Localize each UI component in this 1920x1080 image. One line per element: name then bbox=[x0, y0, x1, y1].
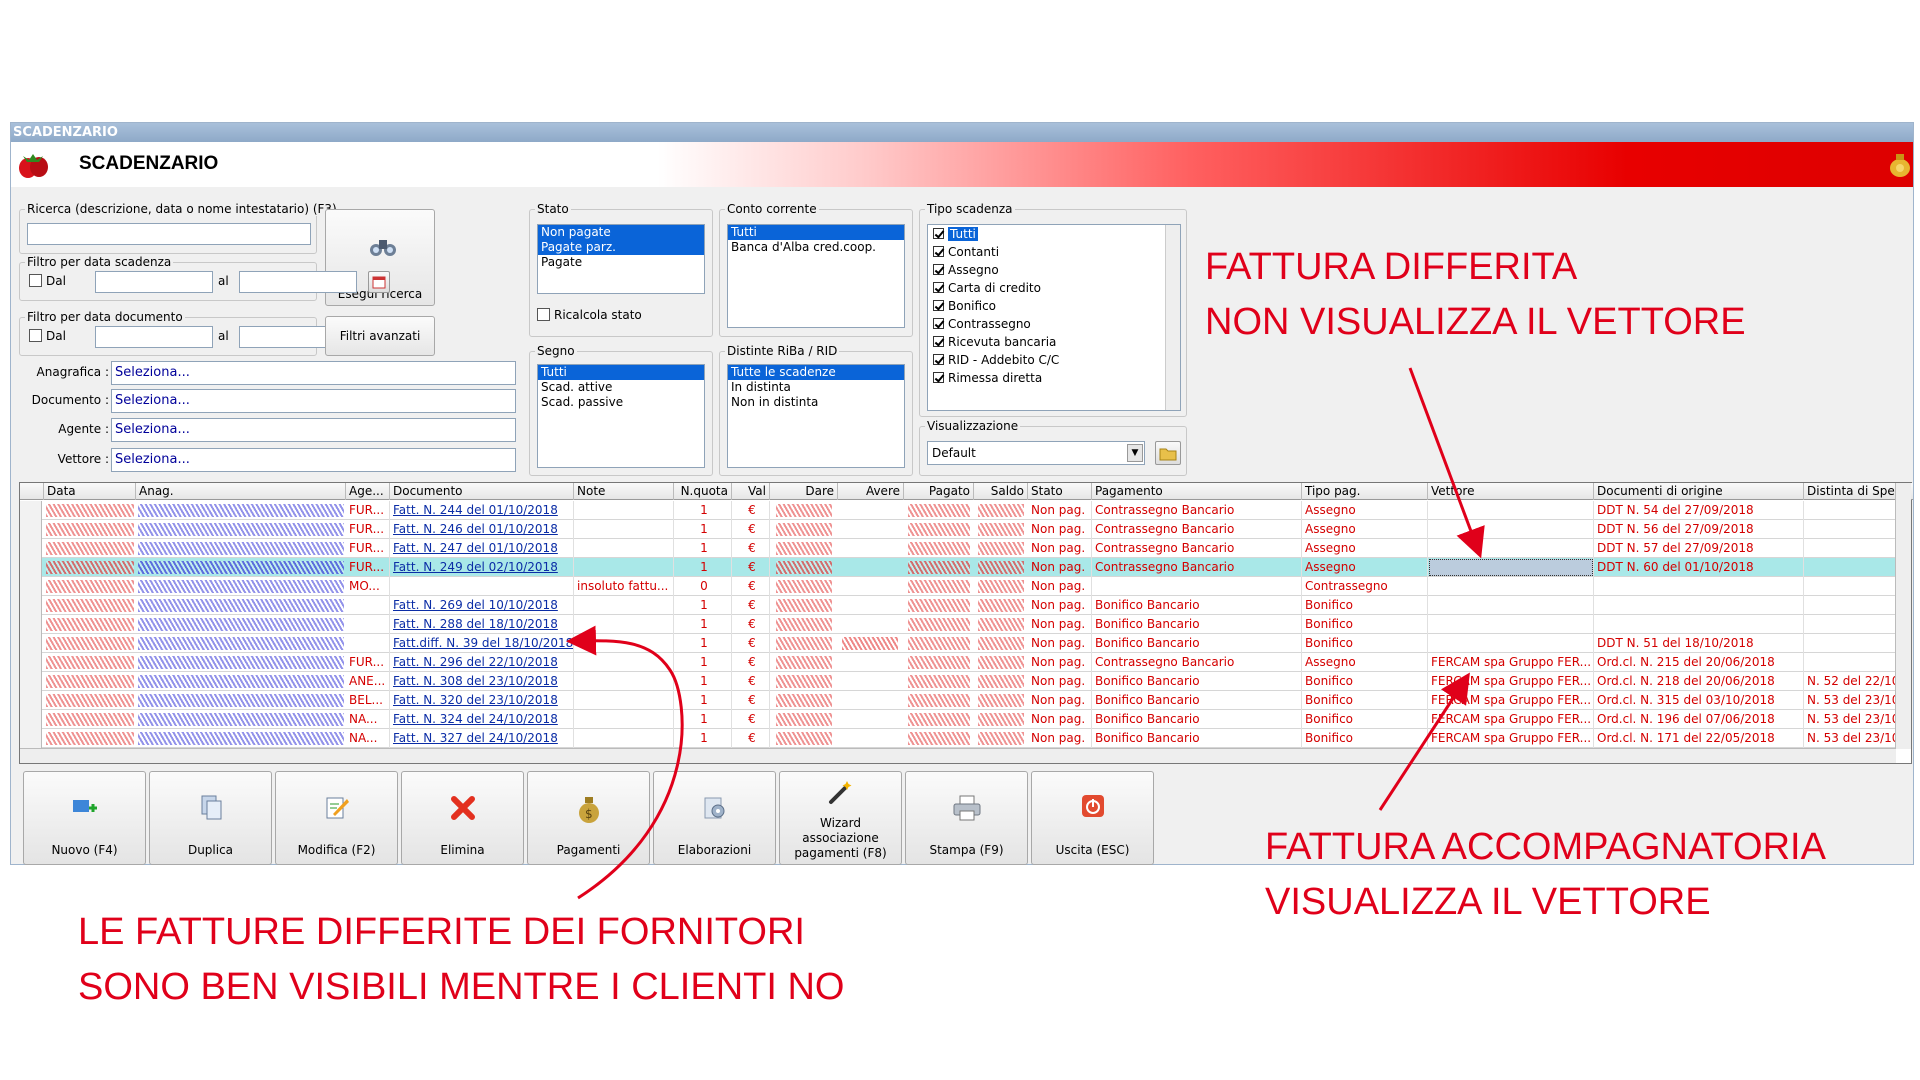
arrow-to-fatt-diff bbox=[566, 625, 684, 900]
arrow-to-vettore-filled bbox=[1378, 672, 1470, 811]
arrow-to-vettore-empty bbox=[1408, 367, 1485, 559]
annotation-arrows bbox=[566, 367, 1485, 900]
